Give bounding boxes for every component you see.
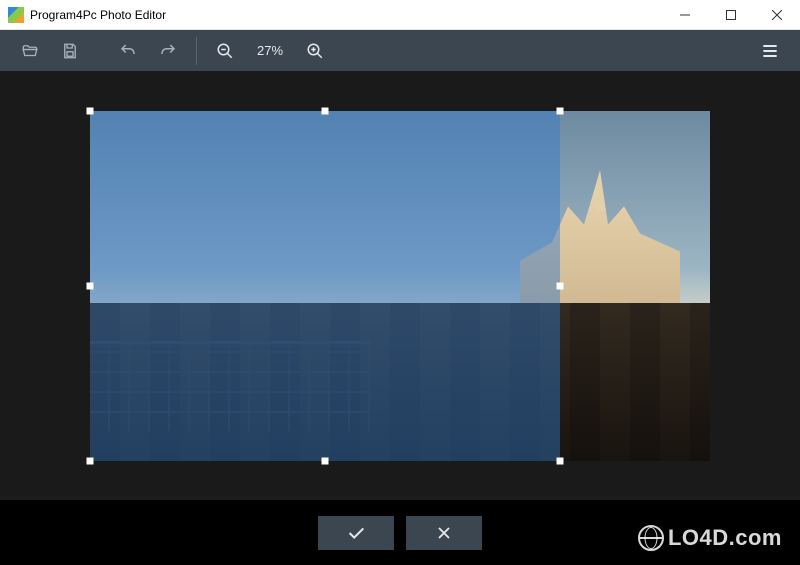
crop-handle-mid-right[interactable] bbox=[557, 282, 564, 289]
zoom-level: 27% bbox=[245, 43, 295, 58]
action-bar: LO4D.com bbox=[0, 500, 800, 565]
check-icon bbox=[345, 522, 367, 544]
undo-button[interactable] bbox=[108, 31, 148, 71]
save-button[interactable] bbox=[50, 31, 90, 71]
redo-icon bbox=[159, 42, 177, 60]
crop-handle-top-right[interactable] bbox=[557, 107, 564, 114]
x-icon bbox=[434, 523, 454, 543]
close-icon bbox=[772, 10, 782, 20]
crop-handle-bottom-left[interactable] bbox=[87, 457, 94, 464]
crop-handle-top-left[interactable] bbox=[87, 107, 94, 114]
cancel-button[interactable] bbox=[406, 516, 482, 550]
window-title: Program4Pc Photo Editor bbox=[30, 8, 662, 22]
menu-icon bbox=[760, 41, 780, 61]
undo-icon bbox=[119, 42, 137, 60]
confirm-button[interactable] bbox=[318, 516, 394, 550]
zoom-out-icon bbox=[216, 42, 234, 60]
maximize-button[interactable] bbox=[708, 0, 754, 29]
open-button[interactable] bbox=[10, 31, 50, 71]
maximize-icon bbox=[726, 10, 736, 20]
app-icon bbox=[8, 7, 24, 23]
menu-button[interactable] bbox=[750, 31, 790, 71]
crop-handle-mid-left[interactable] bbox=[87, 282, 94, 289]
watermark-text: LO4D.com bbox=[668, 525, 782, 551]
zoom-in-icon bbox=[306, 42, 324, 60]
toolbar: 27% bbox=[0, 30, 800, 71]
globe-icon bbox=[638, 525, 664, 551]
titlebar: Program4Pc Photo Editor bbox=[0, 0, 800, 30]
crop-handle-bottom-mid[interactable] bbox=[322, 457, 329, 464]
zoom-out-button[interactable] bbox=[205, 31, 245, 71]
watermark: LO4D.com bbox=[638, 525, 782, 551]
redo-button[interactable] bbox=[148, 31, 188, 71]
open-icon bbox=[21, 42, 39, 60]
close-button[interactable] bbox=[754, 0, 800, 29]
canvas-area[interactable] bbox=[0, 71, 800, 500]
minimize-button[interactable] bbox=[662, 0, 708, 29]
toolbar-separator bbox=[196, 37, 197, 65]
crop-selection[interactable] bbox=[90, 111, 560, 461]
crop-handle-top-mid[interactable] bbox=[322, 107, 329, 114]
save-icon bbox=[61, 42, 79, 60]
crop-handle-bottom-right[interactable] bbox=[557, 457, 564, 464]
minimize-icon bbox=[680, 10, 690, 20]
window-controls bbox=[662, 0, 800, 29]
zoom-in-button[interactable] bbox=[295, 31, 335, 71]
